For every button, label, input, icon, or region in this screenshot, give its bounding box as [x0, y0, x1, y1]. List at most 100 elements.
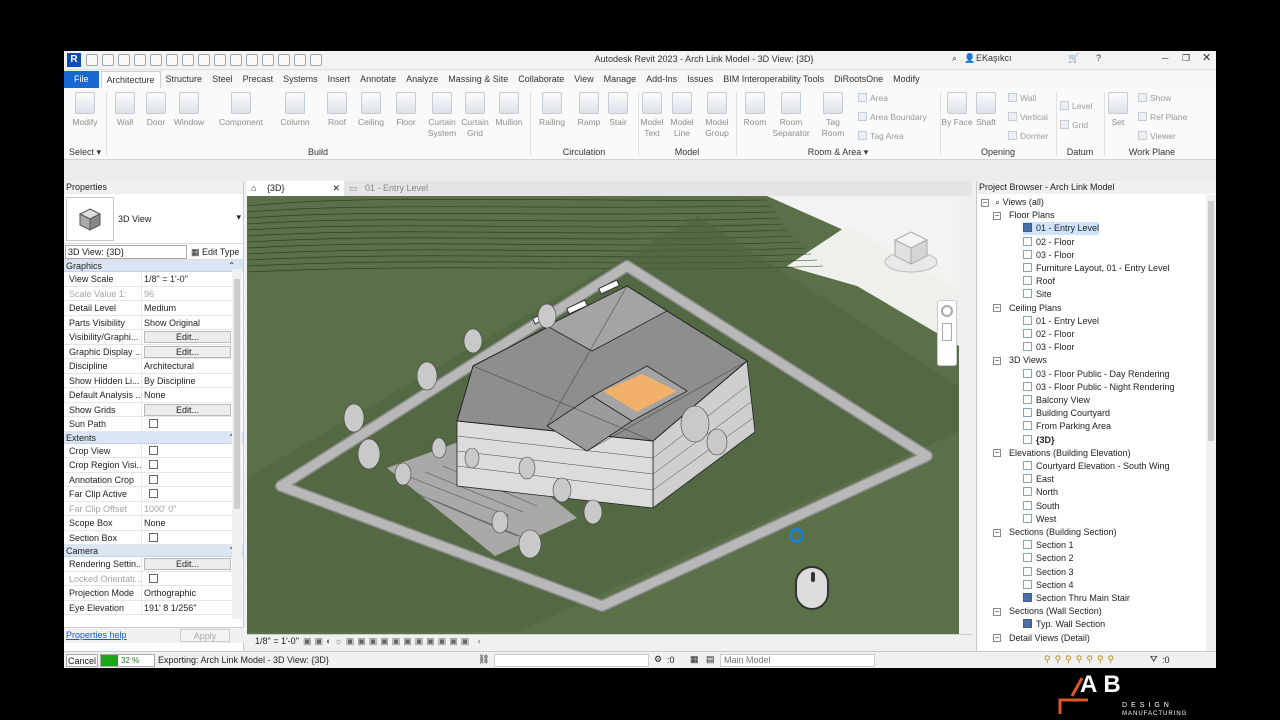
vertical-button[interactable]: Vertical	[1008, 112, 1048, 122]
tab-entry-level[interactable]: ▭ 01 - Entry Level	[345, 181, 465, 196]
curtain-grid-button[interactable]: Curtain Grid	[458, 92, 492, 139]
tab-steel[interactable]: Steel	[207, 71, 238, 88]
open-icon[interactable]	[102, 54, 114, 66]
view-scale-label[interactable]: 1/8" = 1'-0"	[255, 636, 299, 646]
property-row[interactable]: Graphic Display ... Edit...	[64, 344, 243, 359]
ceiling-button[interactable]: Ceiling	[354, 92, 388, 128]
model-group-button[interactable]: Model Group	[700, 92, 734, 139]
section-extents[interactable]: Extents⌃	[64, 431, 243, 444]
tab-add-ins[interactable]: Add-Ins	[641, 71, 682, 88]
property-row[interactable]: Far Clip Offset 1000' 0"	[64, 501, 243, 516]
group-room-area[interactable]: Room & Area ▾	[736, 147, 940, 158]
property-value[interactable]: 1/8" = 1'-0"	[142, 272, 243, 286]
sync-icon[interactable]	[134, 54, 146, 66]
section-graphics[interactable]: Graphics ⌃	[64, 260, 243, 272]
browser-view-item[interactable]: 03 - Floor	[1023, 341, 1075, 354]
model-line-button[interactable]: Model Line	[665, 92, 699, 139]
revit-logo[interactable]: R	[67, 53, 81, 67]
browser-category[interactable]: Sections (Building Section)	[1009, 526, 1117, 539]
property-row[interactable]: Detail Level Medium	[64, 301, 243, 316]
edit-button[interactable]: Edit...	[144, 331, 231, 343]
browser-view-item[interactable]: {3D}	[1023, 434, 1055, 447]
chevron-down-icon[interactable]: ▾	[236, 212, 241, 223]
browser-view-item[interactable]: 01 - Entry Level	[1023, 222, 1100, 236]
tab-view[interactable]: View	[569, 71, 598, 88]
property-value[interactable]: Edit...	[142, 345, 243, 359]
edit-button[interactable]: Edit...	[144, 403, 231, 416]
print-icon[interactable]	[182, 54, 194, 66]
stair-button[interactable]: Stair	[601, 92, 635, 128]
dormer-button[interactable]: Dormer	[1008, 131, 1048, 141]
apply-button[interactable]: Apply	[180, 629, 230, 642]
property-value[interactable]: By Discipline	[142, 374, 243, 388]
browser-category[interactable]: Sections (Wall Section)	[1009, 605, 1102, 618]
browser-view-item[interactable]: 02 - Floor	[1023, 236, 1075, 249]
model-text-button[interactable]: Model Text	[635, 92, 669, 139]
tab-manage[interactable]: Manage	[599, 71, 642, 88]
property-value[interactable]: Edit...	[142, 330, 243, 344]
property-row[interactable]: Default Analysis ... None	[64, 388, 243, 403]
floor-button[interactable]: Floor	[389, 92, 423, 128]
property-row[interactable]: Rendering Settin... Edit...	[64, 557, 243, 572]
mullion-button[interactable]: Mullion	[492, 92, 526, 128]
set-button[interactable]: Set	[1104, 92, 1132, 128]
grid-button[interactable]: Grid	[1060, 120, 1088, 130]
tab-collaborate[interactable]: Collaborate	[513, 71, 569, 88]
railing-button[interactable]: Railing	[535, 92, 569, 128]
property-value[interactable]	[142, 444, 243, 458]
property-checkbox[interactable]	[149, 474, 158, 484]
collapse-toggle-icon[interactable]: −	[993, 607, 1001, 616]
tab-structure[interactable]: Structure	[161, 71, 208, 88]
save-icon[interactable]	[118, 54, 130, 66]
tag-icon[interactable]	[230, 54, 242, 66]
cart-icon[interactable]: 🛒	[1068, 53, 1079, 64]
property-row[interactable]: Parts Visibility Show Original	[64, 315, 243, 330]
tab-precast[interactable]: Precast	[238, 71, 279, 88]
edit-button[interactable]: Edit...	[144, 558, 231, 570]
steering-wheel-icon[interactable]	[941, 305, 953, 317]
roof-button[interactable]: Roof	[320, 92, 354, 128]
browser-view-item[interactable]: 02 - Floor	[1023, 328, 1075, 341]
user-icon[interactable]: 👤	[964, 53, 975, 64]
area-boundary-button[interactable]: Area Boundary	[858, 112, 927, 122]
door-button[interactable]: Door	[139, 92, 173, 128]
restore-icon[interactable]: ❐	[1182, 53, 1190, 64]
browser-view-item[interactable]: Roof	[1023, 275, 1055, 288]
tab-file[interactable]: File	[64, 71, 99, 88]
dimension-icon[interactable]	[214, 54, 226, 66]
properties-help-link[interactable]: Properties help	[66, 630, 127, 640]
browser-category[interactable]: ⌕ Views (all)	[995, 196, 1044, 209]
property-row[interactable]: View Scale 1/8" = 1'-0"	[64, 272, 243, 287]
browser-category[interactable]: Elevations (Building Elevation)	[1009, 447, 1131, 460]
show-button[interactable]: Show	[1138, 93, 1171, 103]
workset-dropdown[interactable]	[494, 654, 649, 667]
tab-3d-view[interactable]: ⌂ {3D} ✕	[247, 181, 344, 196]
room-separator-button[interactable]: Room Separator	[772, 92, 810, 139]
browser-view-item[interactable]: Site	[1023, 288, 1052, 301]
property-row[interactable]: Scope Box None	[64, 516, 243, 531]
browser-view-item[interactable]: Balcony View	[1023, 394, 1090, 407]
property-row[interactable]: Locked Orientati...	[64, 571, 243, 586]
edit-button[interactable]: Edit...	[144, 345, 231, 358]
browser-category[interactable]: Floor Plans	[1009, 209, 1055, 222]
redo-icon[interactable]	[166, 54, 178, 66]
view-controls-icons[interactable]: ▣▣◐☼▣▣▣▣▣▣▣▣▣▣▣ ‹	[303, 636, 484, 647]
tab-issues[interactable]: Issues	[682, 71, 718, 88]
property-row[interactable]: Show Hidden Li... By Discipline	[64, 373, 243, 388]
measure-icon[interactable]	[198, 54, 210, 66]
3d-view-icon[interactable]	[262, 54, 274, 66]
browser-view-item[interactable]: Building Courtyard	[1023, 407, 1110, 420]
switch-windows-icon[interactable]	[310, 54, 322, 66]
viewer-button[interactable]: Viewer	[1138, 131, 1176, 141]
property-value[interactable]	[142, 458, 243, 472]
collapse-toggle-icon[interactable]: −	[993, 449, 1001, 458]
undo-icon[interactable]	[150, 54, 162, 66]
tab-bim-interoperability[interactable]: BIM Interoperability Tools	[718, 71, 829, 88]
type-selector[interactable]: 3D View ▾	[64, 194, 243, 244]
tab-insert[interactable]: Insert	[323, 71, 356, 88]
properties-scrollbar[interactable]	[232, 269, 242, 619]
property-row[interactable]: Section Box	[64, 530, 243, 545]
tag-room-button[interactable]: Tag Room	[816, 92, 850, 139]
browser-view-item[interactable]: 03 - Floor Public - Night Rendering	[1023, 381, 1175, 394]
property-value[interactable]: Edit...	[142, 557, 243, 571]
